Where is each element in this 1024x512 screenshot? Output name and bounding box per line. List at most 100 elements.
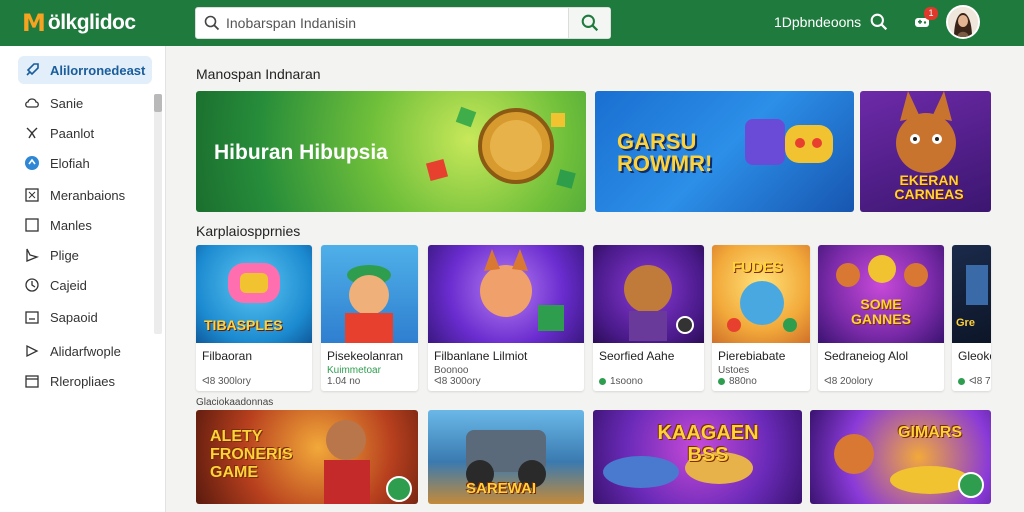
sidebar-item-label: Meranbaions bbox=[50, 187, 126, 203]
sidebar-item-label: Elofiah bbox=[50, 155, 90, 171]
card-title: Pierebiabate bbox=[718, 349, 786, 363]
tile-text: SAREWAI bbox=[466, 480, 537, 497]
card-meta: ᐊ8 300lory bbox=[202, 376, 251, 387]
top-bar: M ölkglidoc 1Dpbndeoons 1 bbox=[0, 0, 1024, 46]
game-tile[interactable]: SAREWAI bbox=[428, 410, 584, 504]
card-meta: ᐊ8 7 bbox=[958, 376, 991, 387]
scrollbar-thumb[interactable] bbox=[154, 94, 162, 112]
game-card[interactable]: Gre Gleoko ᐊ8 7 bbox=[952, 245, 991, 391]
search-button[interactable] bbox=[568, 8, 610, 38]
game-tile[interactable]: GIMARS bbox=[810, 410, 991, 504]
sidebar-item-meranbaions[interactable]: Meranbaions bbox=[18, 181, 152, 209]
notification-badge: 1 bbox=[924, 7, 938, 20]
card-meta: ᐊ8 20olory bbox=[824, 376, 873, 387]
game-card[interactable]: Filbanlane Lilmiot Boonoo ᐊ8 300ory bbox=[428, 245, 584, 391]
card-art-text: Gre bbox=[956, 317, 975, 329]
game-thumbnail bbox=[593, 245, 704, 343]
folder-icon bbox=[25, 375, 39, 388]
avatar[interactable] bbox=[946, 5, 980, 39]
sidebar-item-label: Paanlot bbox=[50, 125, 95, 141]
sidebar: Alilorronedeast Sanie Paanlot Elofiah Me… bbox=[0, 46, 166, 512]
status-dot bbox=[958, 377, 965, 385]
card-art-text: SOME GANNES bbox=[851, 296, 911, 327]
tile-text: GIMARS bbox=[898, 424, 962, 441]
target-icon bbox=[25, 278, 39, 292]
game-card[interactable]: SOME GANNES Sedraneiog Alol ᐊ8 20olory bbox=[818, 245, 944, 391]
square-icon bbox=[25, 218, 39, 232]
search-input[interactable] bbox=[226, 8, 566, 38]
game-thumbnail bbox=[428, 245, 584, 343]
card-title: Gleoko bbox=[958, 349, 991, 363]
card-meta: Boonoo bbox=[434, 365, 469, 376]
card-title: Filbaoran bbox=[202, 349, 253, 363]
card-title: Filbanlane Lilmiot bbox=[434, 349, 528, 363]
circle-badge-icon bbox=[25, 156, 39, 170]
header-search-icon[interactable] bbox=[870, 13, 888, 31]
sidebar-item-label: Plige bbox=[50, 247, 79, 263]
sidebar-item-manles[interactable]: Manles bbox=[18, 211, 152, 239]
sidebar-item-rleropliaes[interactable]: Rleropliaes bbox=[18, 367, 152, 395]
header-link[interactable]: 1Dpbndeoons bbox=[774, 14, 861, 30]
card-meta: 1.04 no bbox=[327, 376, 361, 387]
featured-banner-1[interactable]: Hiburan Hibupsia bbox=[196, 91, 586, 212]
sidebar-item-sapaoid[interactable]: Sapaoid bbox=[18, 303, 152, 331]
game-thumbnail: Gre bbox=[952, 245, 991, 343]
card-meta: 1soono bbox=[599, 376, 643, 387]
banner-2-text: GARSU ROWMR! bbox=[617, 129, 713, 176]
user-avatar-icon bbox=[948, 7, 978, 37]
status-dot bbox=[599, 377, 606, 385]
card-meta: ᐊ8 300ory bbox=[434, 376, 481, 387]
game-card[interactable]: TIBASPLES Filbaoran ᐊ8 300lory bbox=[196, 245, 312, 391]
card-title: Pisekeolanran bbox=[327, 349, 404, 363]
logo-mark: M bbox=[22, 9, 46, 37]
game-tile[interactable]: ALETY FRONERIS GAME bbox=[196, 410, 418, 504]
card-meta: 880no bbox=[718, 376, 757, 387]
popular-section-title: Karplaiospprnies bbox=[196, 223, 301, 239]
leaf-icon bbox=[26, 344, 39, 358]
featured-banner-2[interactable]: GARSU ROWMR! bbox=[595, 91, 854, 212]
sidebar-item-alilorronedeast[interactable]: Alilorronedeast bbox=[18, 56, 152, 84]
sidebar-item-label: Rleropliaes bbox=[50, 373, 116, 389]
card-art-text: TIBASPLES bbox=[204, 317, 283, 333]
game-tile[interactable]: KAAGAEN BSS bbox=[593, 410, 802, 504]
banner-3-text: EKERAN CARNEAS bbox=[894, 172, 964, 202]
status-dot bbox=[718, 377, 725, 385]
card-title: Sedraneiog Alol bbox=[824, 349, 909, 363]
banner-1-text: Hiburan Hibupsia bbox=[214, 141, 388, 164]
search-icon bbox=[581, 14, 598, 32]
game-thumbnail: FUDES bbox=[712, 245, 810, 343]
app-logo[interactable]: M ölkglidoc bbox=[22, 8, 136, 38]
sidebar-item-alidarfwople[interactable]: Alidarfwople bbox=[18, 337, 152, 365]
game-card[interactable]: Seorfied Aahe 1soono bbox=[593, 245, 704, 391]
card-art-text: FUDES bbox=[732, 259, 783, 276]
rocket-icon bbox=[26, 63, 39, 76]
tile-text: KAAGAEN BSS bbox=[657, 422, 759, 466]
sidebar-item-label: Manles bbox=[50, 217, 92, 233]
card-title: Seorfied Aahe bbox=[599, 349, 675, 363]
controller-icon bbox=[26, 248, 40, 262]
card-meta: Kuimmetoar bbox=[327, 365, 381, 376]
sidebar-item-label: Alilorronedeast bbox=[50, 62, 146, 78]
logo-text: ölkglidoc bbox=[47, 11, 136, 34]
card-meta: Ustoes bbox=[718, 365, 750, 376]
sidebar-item-paanlot[interactable]: Paanlot bbox=[18, 119, 152, 147]
featured-banner-3[interactable]: EKERAN CARNEAS bbox=[860, 91, 991, 212]
game-thumbnail bbox=[321, 245, 418, 343]
sidebar-item-label: Sanie bbox=[50, 95, 84, 111]
game-thumbnail: SOME GANNES bbox=[818, 245, 944, 343]
tag-icon bbox=[25, 311, 39, 324]
more-section-label: Glaciokaadonnas bbox=[196, 397, 274, 408]
play-button[interactable] bbox=[958, 472, 984, 498]
sidebar-item-label: Alidarfwople bbox=[50, 343, 121, 359]
sidebar-item-sanie[interactable]: Sanie bbox=[18, 89, 152, 117]
sidebar-item-elofiah[interactable]: Elofiah bbox=[18, 149, 152, 177]
gamepad-icon bbox=[26, 127, 38, 139]
sidebar-scrollbar[interactable] bbox=[154, 94, 162, 334]
game-card[interactable]: FUDES Pierebiabate Ustoes 880no bbox=[712, 245, 810, 391]
cloud-icon bbox=[25, 98, 39, 108]
search-icon bbox=[204, 15, 220, 31]
game-card[interactable]: Pisekeolanran Kuimmetoar 1.04 no bbox=[321, 245, 418, 391]
sidebar-item-plige[interactable]: Plige bbox=[18, 241, 152, 269]
play-button[interactable] bbox=[386, 476, 412, 502]
sidebar-item-cajeid[interactable]: Cajeid bbox=[18, 271, 152, 299]
